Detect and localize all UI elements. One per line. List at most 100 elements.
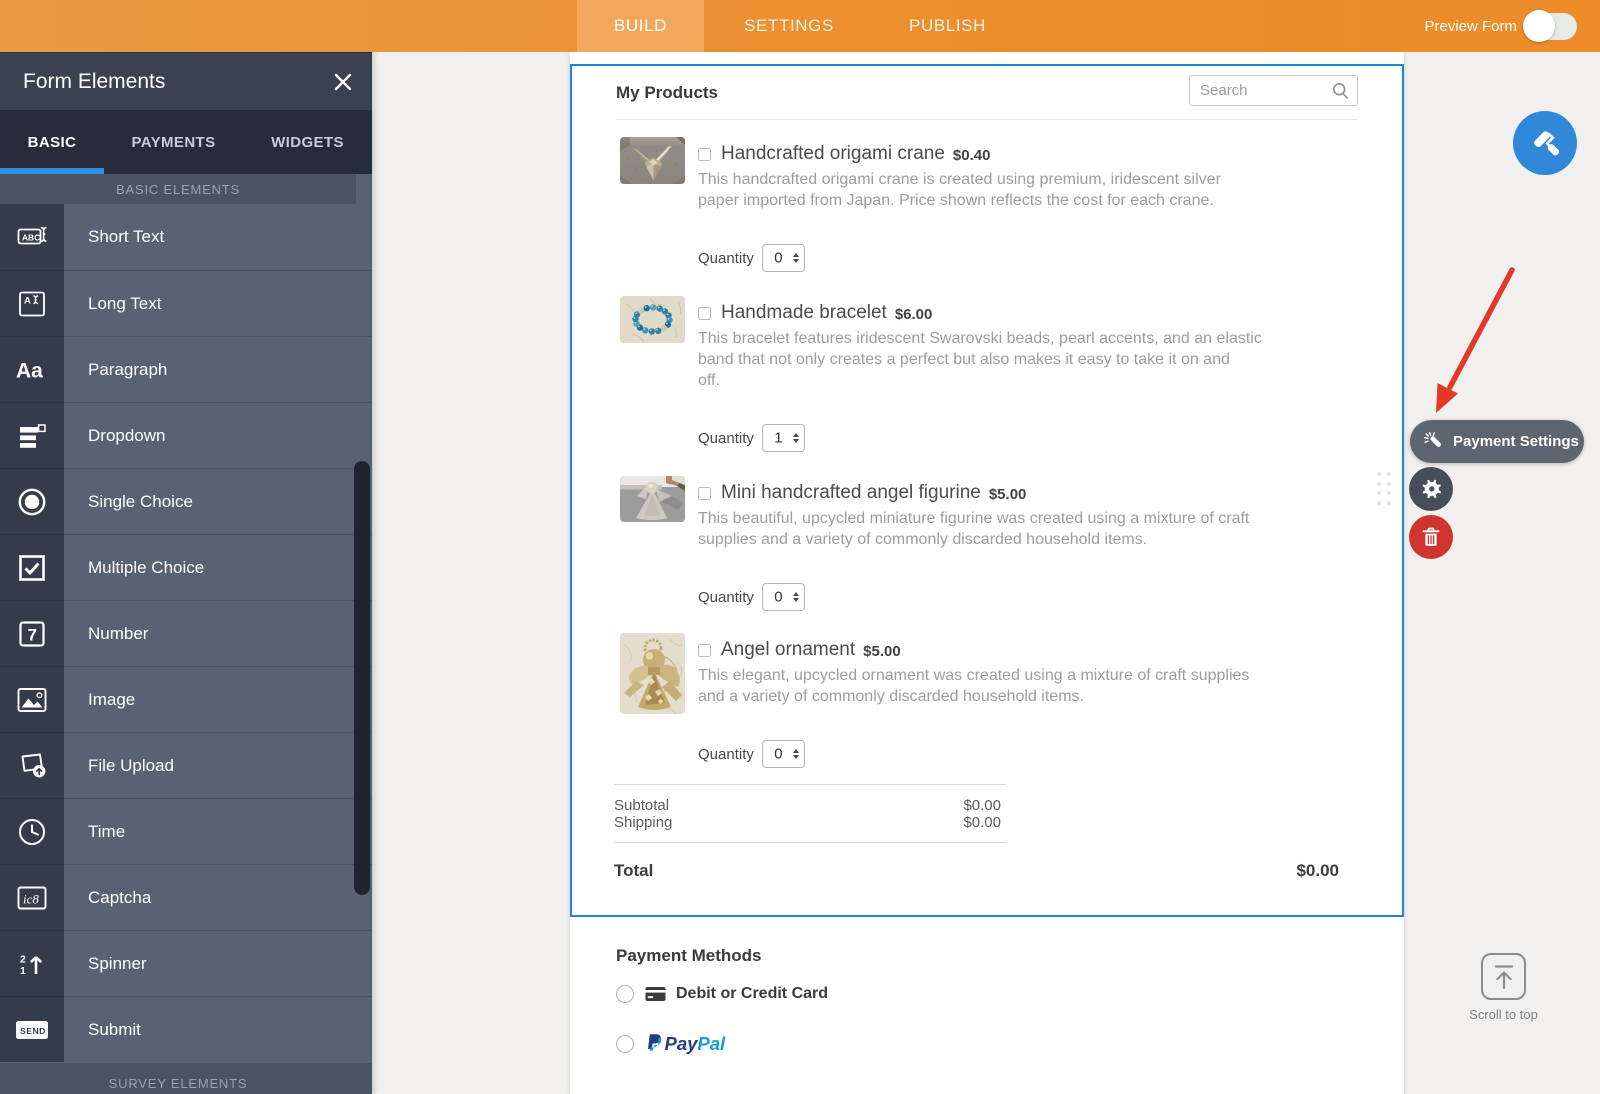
form-designer-button[interactable] <box>1513 111 1577 175</box>
sidebar-item-spinner[interactable]: 21 Spinner <box>0 930 372 996</box>
product-checkbox[interactable] <box>698 147 711 161</box>
sidebar-item-file-upload[interactable]: File Upload <box>0 732 372 798</box>
quantity-label: Quantity <box>698 249 754 267</box>
short-text-icon: ABC <box>0 204 64 270</box>
sidebar-item-number[interactable]: 7 Number <box>0 600 372 666</box>
product-description: This elegant, upcycled ornament was crea… <box>698 667 1250 705</box>
payment-method-radio[interactable] <box>616 1035 634 1053</box>
stepper-arrows-icon <box>792 592 799 602</box>
sidebar-item-dropdown[interactable]: Dropdown <box>0 402 372 468</box>
sidebar-tabs: BASIC PAYMENTS WIDGETS <box>0 110 372 174</box>
summary-divider-top <box>614 784 1006 785</box>
form-elements-header: Form Elements <box>0 53 372 110</box>
scroll-to-top-label: Scroll to top <box>1469 1007 1538 1022</box>
payment-methods-title: Payment Methods <box>616 946 762 965</box>
payment-method-radio[interactable] <box>616 985 634 1003</box>
product-price: $6.00 <box>894 305 933 323</box>
close-icon[interactable] <box>334 73 352 91</box>
submit-icon: SEND <box>0 996 64 1062</box>
payment-settings-button[interactable]: Payment Settings <box>1410 420 1584 463</box>
annotation-arrow-icon <box>1425 258 1525 428</box>
svg-text:PayPal: PayPal <box>665 1033 727 1054</box>
long-text-icon: A <box>0 270 64 336</box>
quantity-select[interactable]: 0 <box>761 244 805 272</box>
product-search <box>1189 75 1358 106</box>
quantity-label: Quantity <box>698 429 754 447</box>
product-description: This bracelet features iridescent Swarov… <box>698 330 1262 389</box>
sidebar-item-image[interactable]: Image <box>0 666 372 732</box>
toggle-knob-icon <box>1523 10 1555 42</box>
form-elements-list: ABC Short Text A Long Text Aa Paragraph … <box>0 204 372 1062</box>
product-image-bracelet <box>620 296 685 343</box>
product-image-origami-crane <box>620 137 685 184</box>
quantity-label: Quantity <box>698 588 754 606</box>
element-label: Short Text <box>88 227 165 246</box>
subtotal-value: $0.00 <box>963 797 1001 814</box>
sidebar-item-paragraph[interactable]: Aa Paragraph <box>0 336 372 402</box>
element-label: Image <box>88 689 136 709</box>
stepper-arrows-icon <box>792 253 799 263</box>
sidebar-tab-basic[interactable]: BASIC <box>0 110 104 174</box>
payment-methods-options: Debit or Credit Card PayPal <box>616 985 1356 1056</box>
sidebar-item-short-text[interactable]: ABC Short Text <box>0 204 372 270</box>
section-header-basic-elements: BASIC ELEMENTS <box>0 174 356 204</box>
product-image-angel-figurine <box>620 476 685 522</box>
drag-handle-icon[interactable] <box>1377 472 1391 506</box>
product-row: Handmade bracelet $6.00 This bracelet fe… <box>620 296 1358 452</box>
search-input[interactable] <box>1190 82 1332 99</box>
quantity-select[interactable]: 0 <box>761 583 805 611</box>
quantity-select[interactable]: 0 <box>761 740 805 768</box>
subtotal-row: Subtotal $0.00 <box>614 797 1006 814</box>
delete-field-button[interactable] <box>1409 515 1453 559</box>
product-checkbox[interactable] <box>698 486 711 500</box>
element-label: Captcha <box>88 887 152 907</box>
multiple-choice-icon <box>0 534 64 600</box>
shipping-row: Shipping $0.00 <box>614 814 1006 831</box>
preview-form-area: Preview Form <box>1424 0 1577 52</box>
product-name: Handmade bracelet <box>721 302 887 323</box>
top-tab-publish[interactable]: PUBLISH <box>874 0 1021 52</box>
shipping-value: $0.00 <box>963 814 1001 831</box>
sidebar-item-long-text[interactable]: A Long Text <box>0 270 372 336</box>
svg-text:1: 1 <box>20 965 26 977</box>
trash-icon <box>1421 526 1441 548</box>
product-price: $5.00 <box>863 642 901 660</box>
header-divider <box>616 119 1358 120</box>
top-tab-settings[interactable]: SETTINGS <box>704 0 874 52</box>
file-upload-icon <box>0 732 64 798</box>
order-summary: Subtotal $0.00 Shipping $0.00 <box>614 784 1006 843</box>
svg-text:ABC: ABC <box>22 232 40 242</box>
payment-settings-label: Payment Settings <box>1453 433 1579 450</box>
field-settings-button[interactable] <box>1409 467 1453 511</box>
quantity-value: 0 <box>774 745 783 763</box>
paragraph-icon: Aa <box>0 336 64 402</box>
scroll-to-top-button[interactable]: Scroll to top <box>1458 953 1549 1022</box>
product-name: Mini handcrafted angel figurine <box>721 482 981 503</box>
quantity-select[interactable]: 1 <box>761 424 805 452</box>
spinner-icon: 21 <box>0 930 64 996</box>
product-checkbox[interactable] <box>698 643 711 657</box>
top-tab-build[interactable]: BUILD <box>577 0 704 52</box>
sidebar-item-time[interactable]: Time <box>0 798 372 864</box>
svg-text:SEND: SEND <box>20 1026 46 1036</box>
sidebar-item-multiple-choice[interactable]: Multiple Choice <box>0 534 372 600</box>
form-canvas: My Products Handcrafted origami crane $0… <box>570 52 1404 1094</box>
sidebar-item-captcha[interactable]: ic8 Captcha <box>0 864 372 930</box>
number-icon: 7 <box>0 600 64 666</box>
summary-divider-bottom <box>614 842 1006 843</box>
quantity-value: 0 <box>774 588 783 606</box>
sidebar-tab-payments[interactable]: PAYMENTS <box>104 110 243 174</box>
product-row: Handcrafted origami crane $0.40 This han… <box>620 137 1358 272</box>
sidebar-item-submit[interactable]: SEND Submit <box>0 996 372 1062</box>
payment-method-option: PayPal <box>616 1032 1356 1056</box>
top-bar: BUILD SETTINGS PUBLISH Preview Form <box>0 0 1600 52</box>
time-icon <box>0 798 64 864</box>
preview-form-toggle[interactable] <box>1523 10 1577 42</box>
search-icon <box>1332 82 1349 99</box>
sidebar-scrollbar[interactable] <box>354 461 370 895</box>
sidebar-tab-widgets[interactable]: WIDGETS <box>243 110 372 174</box>
quantity-value: 1 <box>774 429 783 447</box>
sidebar-item-single-choice[interactable]: Single Choice <box>0 468 372 534</box>
section-header-survey-elements: SURVEY ELEMENTS <box>0 1063 372 1094</box>
product-checkbox[interactable] <box>698 306 711 320</box>
